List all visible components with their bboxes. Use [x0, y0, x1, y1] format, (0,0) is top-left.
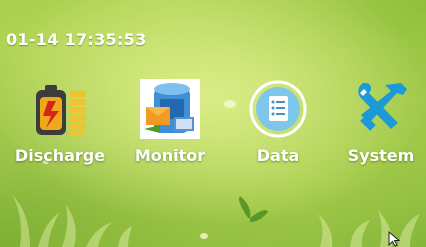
app-system-label: System	[347, 146, 415, 165]
butterfly-decoration	[239, 196, 268, 222]
app-data[interactable]: Data	[228, 78, 328, 172]
battery-icon	[28, 78, 92, 140]
app-discharge[interactable]: Discharge	[10, 78, 110, 172]
app-discharge-label: Discharge	[14, 146, 106, 165]
app-monitor[interactable]: Monitor	[120, 78, 220, 172]
monitor-icon	[138, 78, 202, 140]
grass-silhouette-left	[12, 195, 132, 247]
app-monitor-label: Monitor	[134, 146, 206, 165]
home-screen: 01-14 17:35:53 Discharge Monitor Data Sy…	[0, 0, 426, 247]
tools-icon	[349, 78, 413, 140]
cursor-arrow-icon	[388, 231, 401, 247]
status-datetime: 01-14 17:35:53	[6, 30, 147, 49]
grass-silhouette-right	[318, 210, 420, 247]
document-list-icon	[246, 78, 310, 140]
app-data-label: Data	[256, 146, 300, 165]
app-system[interactable]: System	[331, 78, 426, 172]
